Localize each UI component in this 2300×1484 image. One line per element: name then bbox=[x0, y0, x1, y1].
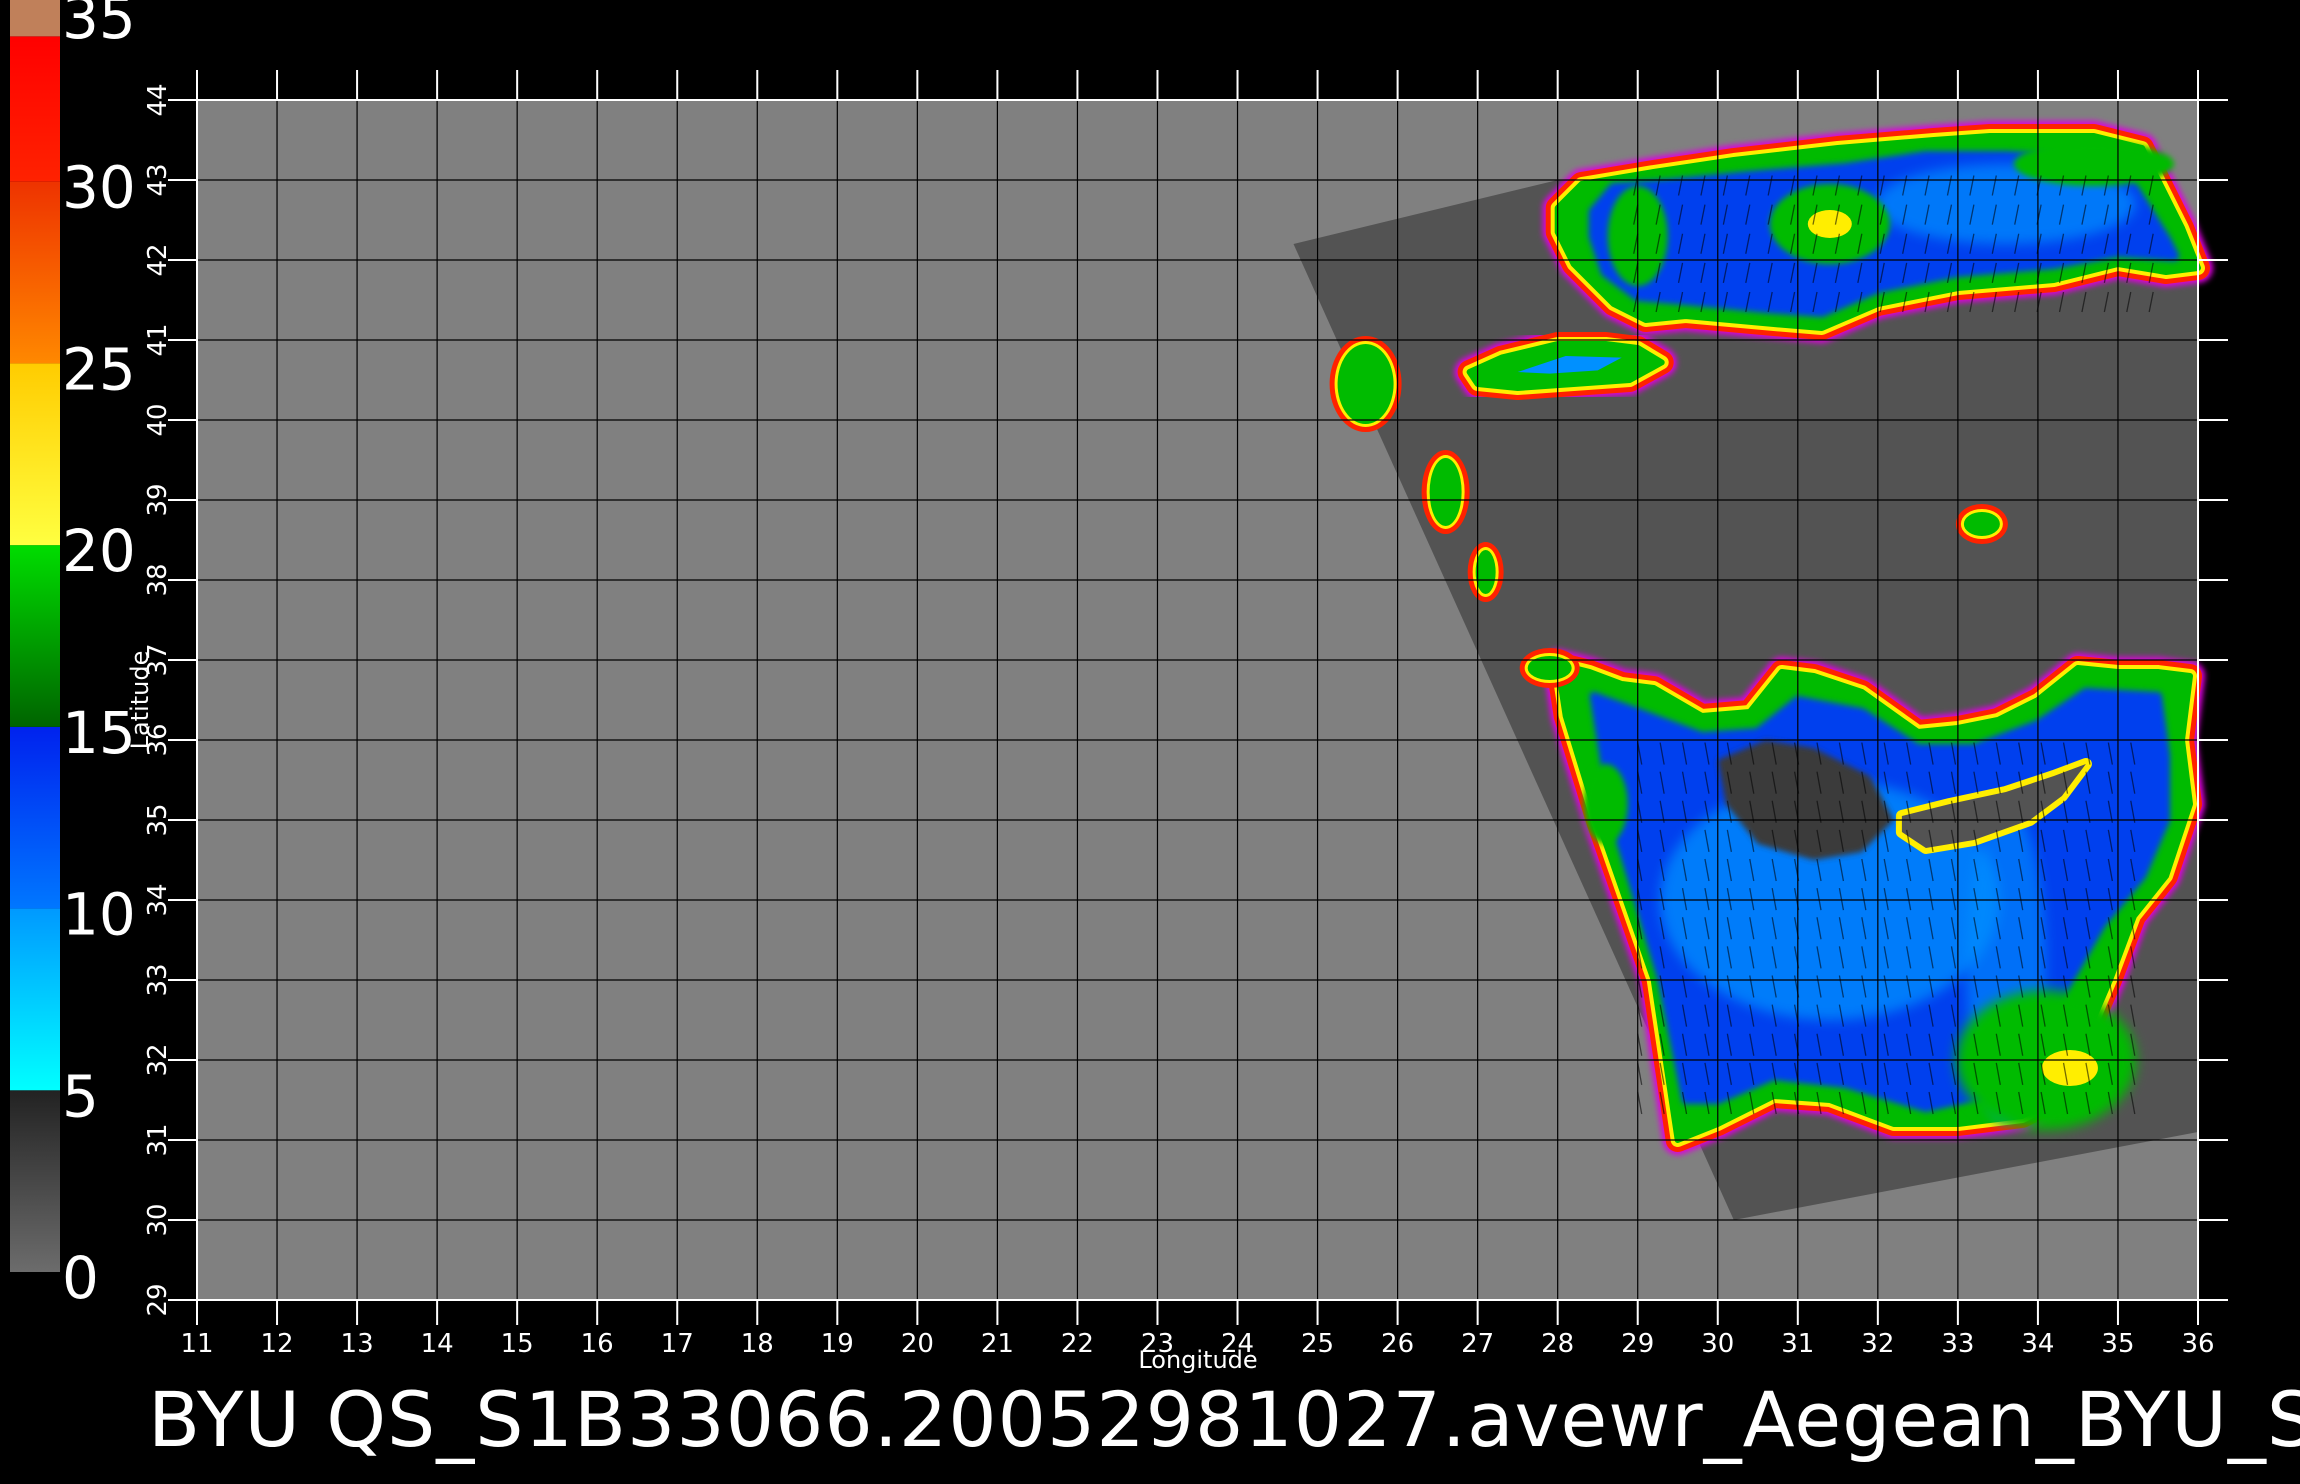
image-title: BYU QS_S1B33066.20052981027.avewr_Aegean… bbox=[148, 1375, 2300, 1464]
lon-tick-label: 20 bbox=[901, 1329, 934, 1359]
colorbar-segment bbox=[10, 545, 60, 727]
lon-tick-label: 28 bbox=[1541, 1329, 1574, 1359]
lon-tick-label: 34 bbox=[2021, 1329, 2054, 1359]
aegean-speck-5 bbox=[1963, 512, 2000, 536]
lat-tick-label: 34 bbox=[143, 883, 173, 916]
lon-tick-label: 18 bbox=[741, 1329, 774, 1359]
colorbar-segment bbox=[10, 908, 60, 1091]
lon-tick-label: 27 bbox=[1461, 1329, 1494, 1359]
colorbar-tick-label: 0 bbox=[62, 1244, 99, 1312]
colorbar-tick-label: 10 bbox=[62, 881, 136, 949]
marmara bbox=[1454, 329, 1677, 403]
lat-tick-label: 41 bbox=[143, 323, 173, 356]
figure: 11 12 13 14 15 16 17 18 19 20 21 22 23 24 25 26 27 28 29 30… bbox=[0, 0, 2300, 1480]
lat-tick-label: 38 bbox=[143, 563, 173, 596]
lat-tick-label: 40 bbox=[143, 403, 173, 436]
aegean-speck-1 bbox=[1337, 344, 1394, 424]
lon-tick-label: 31 bbox=[1781, 1329, 1814, 1359]
lon-tick-label: 32 bbox=[1861, 1329, 1894, 1359]
lat-tick-label: 43 bbox=[143, 163, 173, 196]
lat-tick-label: 31 bbox=[143, 1123, 173, 1156]
lat-tick-label: 35 bbox=[143, 803, 173, 836]
lon-tick-label: 17 bbox=[661, 1329, 694, 1359]
colorbar-tick-label: 25 bbox=[62, 335, 136, 403]
lon-tick-label: 13 bbox=[341, 1329, 374, 1359]
lat-tick-label: 29 bbox=[143, 1283, 173, 1316]
rhodes-green bbox=[1583, 764, 1628, 844]
lon-tick-label: 29 bbox=[1621, 1329, 1654, 1359]
colorbar-segment bbox=[10, 181, 60, 364]
colorbar-segment bbox=[10, 726, 60, 909]
lon-tick-label: 30 bbox=[1701, 1329, 1734, 1359]
map-plot: 11 12 13 14 15 16 17 18 19 20 21 22 23 24 25 26 27 28 29 30… bbox=[10, 0, 2228, 1374]
colorbar-tick-label: 15 bbox=[62, 699, 136, 767]
colorbar-segment bbox=[10, 1090, 60, 1272]
colorbar-segment bbox=[10, 0, 60, 37]
black-sea-yellow-patch bbox=[1807, 210, 1852, 238]
lon-tick-label: 26 bbox=[1381, 1329, 1414, 1359]
lon-tick-label: 22 bbox=[1061, 1329, 1094, 1359]
lon-tick-label: 21 bbox=[981, 1329, 1014, 1359]
lon-tick-label: 15 bbox=[501, 1329, 534, 1359]
lon-tick-label: 16 bbox=[581, 1329, 614, 1359]
aegean-speck-2 bbox=[1429, 458, 1462, 526]
lon-tick-label: 36 bbox=[2181, 1329, 2214, 1359]
colorbar-tick-label: 5 bbox=[62, 1062, 99, 1130]
colorbar: 35 30 25 20 15 10 5 0 bbox=[10, 0, 136, 1312]
colorbar-tick-label: 30 bbox=[62, 154, 136, 222]
lon-tick-label: 12 bbox=[260, 1329, 293, 1359]
mediterranean bbox=[1542, 649, 2205, 1155]
lat-tick-label: 30 bbox=[143, 1203, 173, 1236]
colorbar-tick-label: 20 bbox=[62, 517, 136, 585]
lon-tick-label: 19 bbox=[821, 1329, 854, 1359]
lon-tick-label: 35 bbox=[2101, 1329, 2134, 1359]
colorbar-segment bbox=[10, 36, 60, 182]
lat-tick-label: 32 bbox=[143, 1043, 173, 1076]
colorbar-segment bbox=[10, 363, 60, 546]
lon-tick-label: 33 bbox=[1941, 1329, 1974, 1359]
lon-tick-label: 25 bbox=[1301, 1329, 1334, 1359]
lat-tick-label: 39 bbox=[143, 483, 173, 516]
colorbar-tick-label: 35 bbox=[62, 0, 136, 52]
lat-tick-label: 42 bbox=[143, 243, 173, 276]
lat-tick-label: 33 bbox=[143, 963, 173, 996]
lat-tick-label: 44 bbox=[143, 83, 173, 116]
lon-tick-label: 14 bbox=[421, 1329, 454, 1359]
aegean-speck-3 bbox=[1475, 550, 1496, 594]
lon-tick-label: 11 bbox=[180, 1329, 213, 1359]
